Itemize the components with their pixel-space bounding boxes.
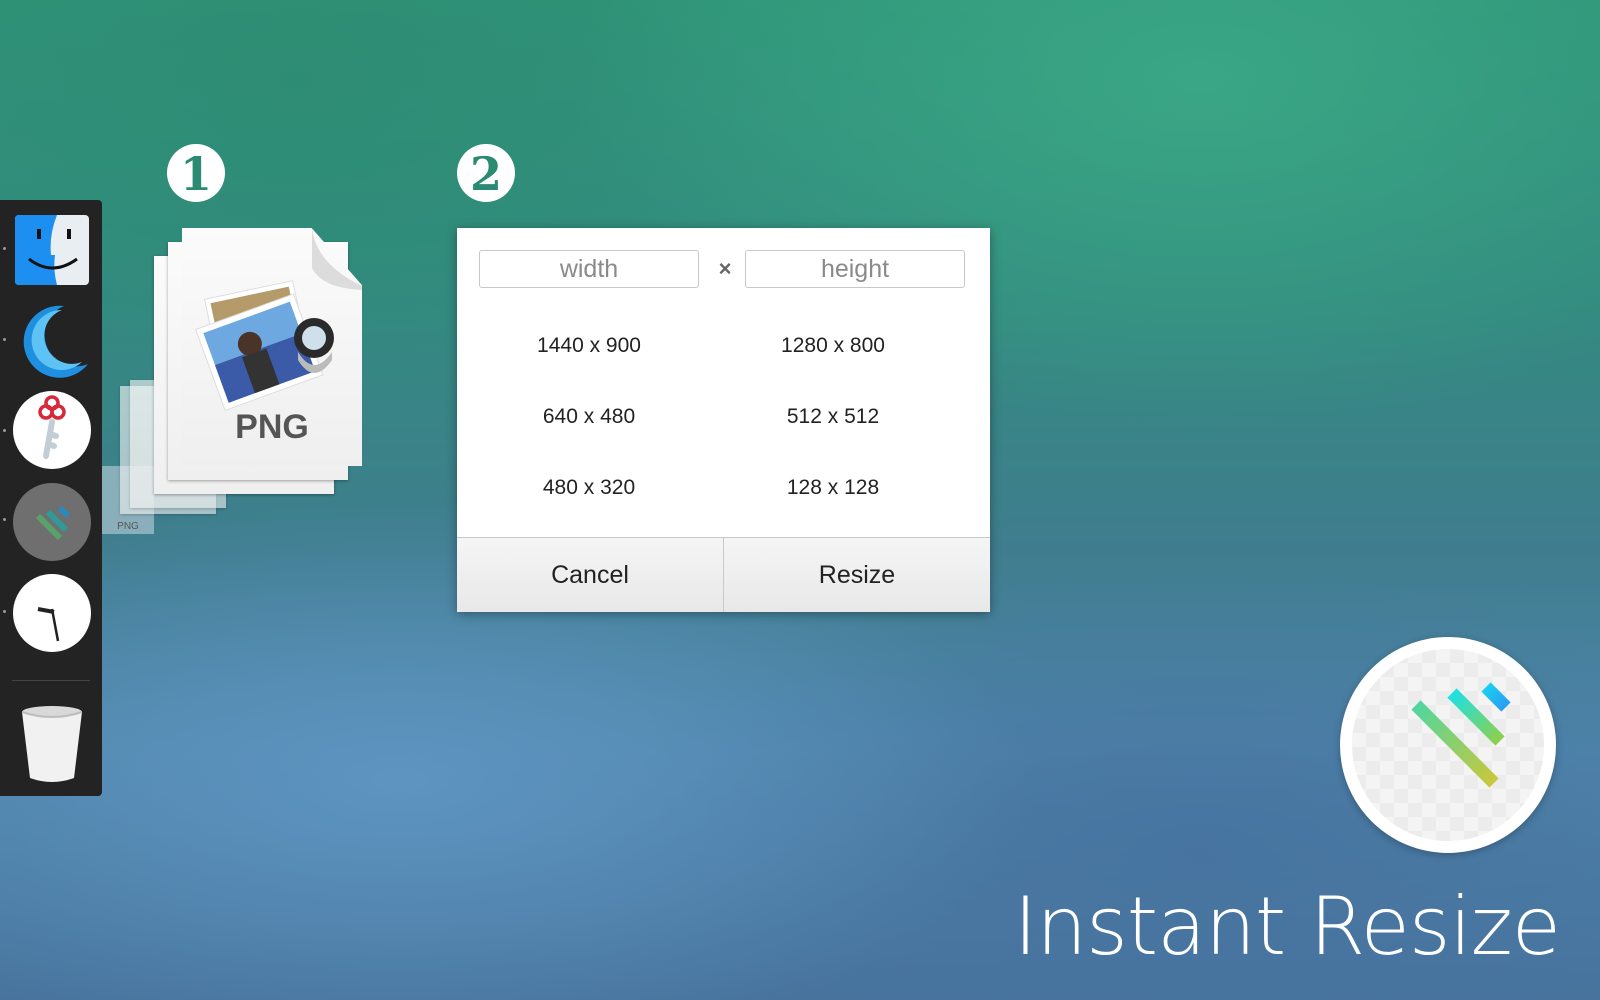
dialog-button-row: Cancel Resize: [457, 537, 990, 612]
preset-1440x900[interactable]: 1440 x 900: [469, 334, 709, 358]
trash-icon: [21, 706, 83, 782]
finder-icon: [15, 215, 89, 285]
png-file-icon[interactable]: PNG: [182, 228, 362, 466]
step-2-badge: 2: [457, 144, 515, 202]
running-indicator: [3, 610, 6, 613]
height-input[interactable]: height: [745, 250, 965, 288]
width-input[interactable]: width: [479, 250, 699, 288]
cancel-button[interactable]: Cancel: [457, 538, 723, 612]
running-indicator: [3, 247, 6, 250]
dock-item-instant-resize[interactable]: [12, 482, 92, 562]
resize-dialog: width × height 1440 x 900 1280 x 800 640…: [457, 228, 990, 612]
preset-640x480[interactable]: 640 x 480: [469, 405, 709, 429]
ghost-file-label: PNG: [117, 521, 139, 532]
resize-button[interactable]: Resize: [724, 538, 990, 612]
preset-128x128[interactable]: 128 x 128: [713, 476, 953, 500]
app-title: Instant Resize: [1013, 880, 1561, 973]
preset-512x512[interactable]: 512 x 512: [713, 405, 953, 429]
running-indicator: [3, 518, 6, 521]
instant-resize-app-icon: [1340, 637, 1556, 853]
moon-icon: [23, 305, 88, 378]
dock-item-clock[interactable]: [12, 573, 92, 653]
dock-item-keychain[interactable]: [12, 390, 92, 470]
running-indicator: [3, 429, 6, 432]
running-indicator: [3, 338, 6, 341]
dock-separator: [12, 680, 90, 681]
dock-item-finder[interactable]: [12, 212, 92, 292]
instant-resize-icon: [13, 483, 91, 561]
dock-item-trash[interactable]: [12, 702, 92, 782]
key-icon: [13, 391, 91, 469]
preset-480x320[interactable]: 480 x 320: [469, 476, 709, 500]
dock-item-moon-app[interactable]: [12, 300, 92, 380]
dock: [0, 200, 102, 796]
file-type-label: PNG: [235, 408, 309, 446]
preset-1280x800[interactable]: 1280 x 800: [713, 334, 953, 358]
resize-stripes-icon: [1411, 682, 1511, 788]
clock-icon: [13, 574, 91, 652]
step-1-badge: 1: [167, 144, 225, 202]
times-separator: ×: [718, 256, 732, 281]
